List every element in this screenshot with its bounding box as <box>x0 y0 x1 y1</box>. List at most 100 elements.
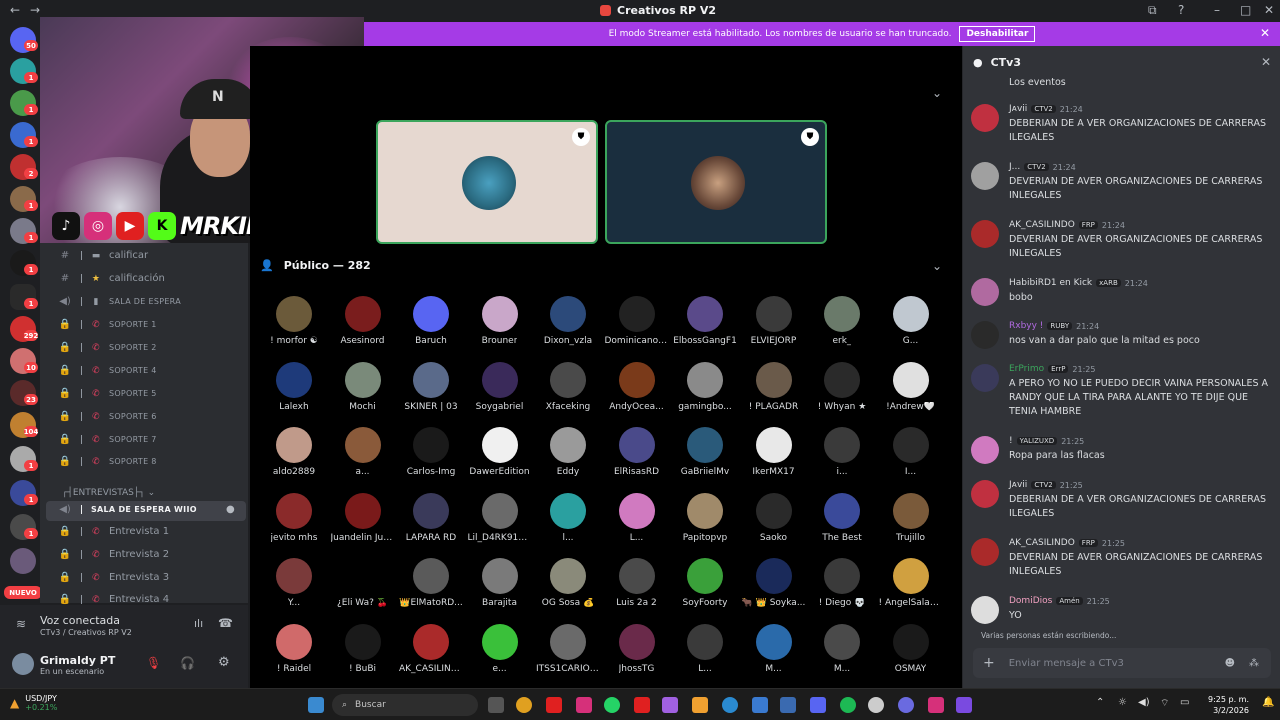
chrome-icon[interactable] <box>516 697 532 713</box>
audience-member[interactable]: M... <box>812 623 872 674</box>
audience-member[interactable]: 🐂 👑 Soyka... <box>742 558 805 608</box>
disconnect-icon[interactable]: ☎ <box>218 616 233 630</box>
message-author[interactable]: DomiDios <box>1009 596 1052 606</box>
audience-member[interactable]: aldo2889 <box>264 427 324 477</box>
app-icon[interactable] <box>898 697 914 713</box>
netflix-icon[interactable] <box>634 697 650 713</box>
brightness-icon[interactable]: ☼ <box>1118 697 1127 708</box>
audience-member[interactable]: IkerMX17 <box>744 427 804 477</box>
message-avatar[interactable] <box>971 538 999 566</box>
audience-member[interactable]: Brouner <box>470 296 530 346</box>
category-entrevistas[interactable]: ┌┤ENTREVISTAS├┐ ⌄ <box>62 488 155 498</box>
taskbar-search[interactable]: ⌕ Buscar <box>332 694 478 716</box>
channel-soporte-4[interactable]: 🔒 ǀ ✆ SOPORTE 4 <box>58 365 157 376</box>
audience-member[interactable]: Saoko <box>744 492 804 543</box>
audience-member[interactable]: e... <box>470 623 530 674</box>
username[interactable]: Grimaldy PT <box>40 654 115 667</box>
audience-member[interactable]: OSMAY <box>881 623 941 674</box>
task-view-icon[interactable] <box>488 697 504 713</box>
channel-soporte-5[interactable]: 🔒 ǀ ✆ SOPORTE 5 <box>58 388 157 399</box>
audience-member[interactable]: Y... <box>264 558 324 608</box>
channel-entrevista-3[interactable]: 🔒 ǀ ✆ Entrevista 3 <box>58 572 169 583</box>
channel-soporte-6[interactable]: 🔒 ǀ ✆ SOPORTE 6 <box>58 411 157 422</box>
channel-sala-de-espera-active[interactable]: ◀) ǀ SALA DE ESPERA WIIO ● <box>58 504 235 515</box>
help-icon[interactable]: ? <box>1178 3 1184 17</box>
message-author[interactable]: Jᴀvii <box>1009 104 1027 114</box>
audience-member[interactable]: ! PLAGADR <box>744 361 804 412</box>
add-attachment-icon[interactable]: + <box>983 655 995 671</box>
message-author[interactable]: Rxbyy ! <box>1009 321 1043 331</box>
message-author[interactable]: HabibiRD1 en Kick <box>1009 278 1092 288</box>
audience-member[interactable]: ITSS1CARIO O... <box>536 623 600 674</box>
settings-gear-icon[interactable]: ⚙ <box>218 655 230 670</box>
audience-member[interactable]: jevito mhs <box>264 492 324 543</box>
chevron-down-icon[interactable]: ⌄ <box>932 86 942 100</box>
inbox-icon[interactable]: ⧉ <box>1148 3 1157 18</box>
audience-member[interactable]: DawerEdition <box>469 427 530 477</box>
message-author[interactable]: AK_CASILINDO <box>1009 538 1075 548</box>
audience-member[interactable]: ! Whyan ★ <box>812 361 872 412</box>
instagram-icon[interactable] <box>576 697 592 713</box>
mail-icon[interactable] <box>780 697 796 713</box>
message-avatar[interactable] <box>971 364 999 392</box>
audience-member[interactable]: G... <box>881 296 941 346</box>
message-author[interactable]: ! <box>1009 436 1013 446</box>
audience-member[interactable]: ! morfor ☯ <box>264 296 324 346</box>
audience-member[interactable]: ! BuBi <box>333 623 393 674</box>
message-input[interactable]: + Enviar mensaje a CTv3 ☻ ⁂ <box>973 648 1271 678</box>
tiktok-icon[interactable] <box>928 697 944 713</box>
message-avatar[interactable] <box>971 596 999 624</box>
edge-icon[interactable] <box>722 697 738 713</box>
headphones-icon[interactable]: 🎧 <box>180 656 195 670</box>
audience-member[interactable]: Lalexh <box>264 361 324 412</box>
back-icon[interactable]: ← <box>10 3 20 17</box>
audience-member[interactable]: The Best <box>812 492 872 543</box>
audience-member[interactable]: i... <box>812 427 872 477</box>
spotify-icon[interactable] <box>840 697 856 713</box>
message-avatar[interactable] <box>971 321 999 349</box>
store-icon[interactable] <box>752 697 768 713</box>
audience-member[interactable]: ! Raidel <box>264 623 324 674</box>
speaker-tile[interactable]: ⛊ <box>605 120 827 244</box>
audience-member[interactable]: Lil_D4RK914 ... <box>468 492 532 543</box>
audience-member[interactable]: !Andrew🤍 <box>881 361 941 412</box>
audience-member[interactable]: gamingbo... <box>675 361 735 412</box>
audience-member[interactable]: erk_ <box>812 296 872 346</box>
audience-member[interactable]: Papitopvp <box>675 492 735 543</box>
audience-member[interactable]: M... <box>744 623 804 674</box>
copilot-icon[interactable] <box>662 697 678 713</box>
emoji-icon[interactable]: ☻ <box>1225 658 1235 669</box>
server-icon[interactable] <box>10 548 36 574</box>
app-icon[interactable] <box>868 697 884 713</box>
audience-member[interactable]: a... <box>333 427 393 477</box>
audience-member[interactable]: OG Sosa 💰 <box>538 558 598 608</box>
message-avatar[interactable] <box>971 162 999 190</box>
app-icon[interactable] <box>956 697 972 713</box>
channel-soporte-2[interactable]: 🔒 ǀ ✆ SOPORTE 2 <box>58 342 157 353</box>
speaker-tile[interactable]: ⛊ <box>376 120 598 244</box>
audience-member[interactable]: Xfaceking <box>538 361 598 412</box>
channel-soporte-8[interactable]: 🔒 ǀ ✆ SOPORTE 8 <box>58 456 157 467</box>
audience-member[interactable]: GaBriielMv <box>675 427 735 477</box>
channel-sala-de-espera[interactable]: ◀) ǀ ▮ SALA DE ESPERA <box>58 296 181 307</box>
audience-member[interactable]: Carlos-Img <box>401 427 461 477</box>
youtube-icon[interactable] <box>546 697 562 713</box>
maximize-icon[interactable]: □ <box>1240 3 1251 17</box>
soundboard-icon[interactable]: ılı <box>194 617 203 630</box>
audience-member[interactable]: Luis 2a 2 <box>607 558 667 608</box>
audience-member[interactable]: Eddy <box>538 427 598 477</box>
audience-member[interactable]: Mochi <box>333 361 393 412</box>
forward-icon[interactable]: → <box>30 3 40 17</box>
channel-calificacion[interactable]: # ǀ ★ calificación <box>58 273 165 284</box>
audience-member[interactable]: SoyFoorty <box>675 558 735 608</box>
message-author[interactable]: ErPrimo <box>1009 364 1044 374</box>
audience-member[interactable]: ¿Eli Wa? 🍒 <box>333 558 393 608</box>
audience-member[interactable]: L... <box>675 623 735 674</box>
audience-member[interactable]: SKINER | 03 <box>401 361 461 412</box>
audience-member[interactable]: ! AngelSalasRD <box>879 558 943 608</box>
battery-icon[interactable]: ▭ <box>1180 697 1189 708</box>
mic-muted-icon[interactable]: 🎙 <box>146 656 161 670</box>
minimize-icon[interactable]: – <box>1214 3 1220 17</box>
audience-member[interactable]: Trujillo <box>881 492 941 543</box>
audience-member[interactable]: L... <box>607 492 667 543</box>
